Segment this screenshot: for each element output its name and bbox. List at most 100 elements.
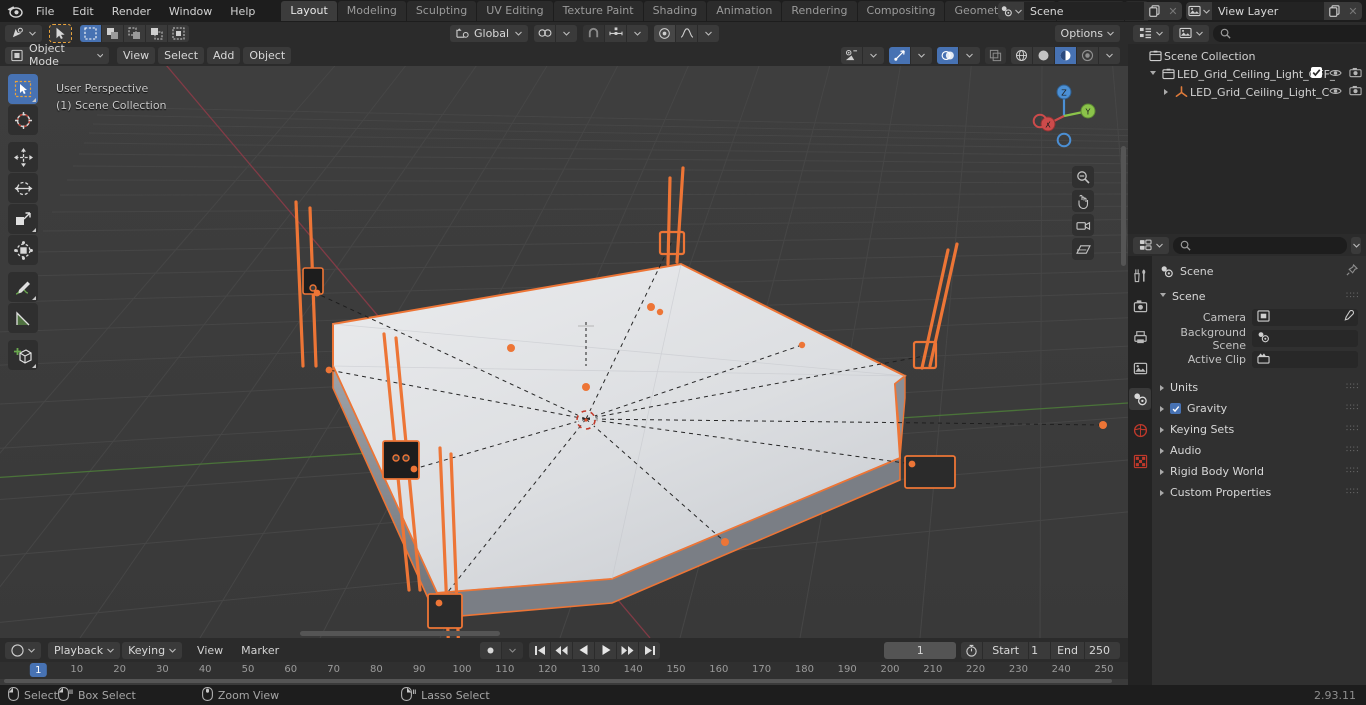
select-subtract-button[interactable]	[124, 24, 145, 42]
remove-view-layer-button[interactable]: ✕	[1344, 2, 1362, 20]
playback-dropdown[interactable]: Playback	[48, 641, 121, 659]
panel-enable-checkbox[interactable]	[1170, 403, 1181, 414]
outliner-search-input[interactable]	[1213, 24, 1366, 42]
object-type-visibility-dropdown[interactable]	[863, 46, 884, 64]
select-set-button[interactable]	[80, 24, 101, 42]
property-field[interactable]	[1252, 309, 1358, 326]
menu-item-render[interactable]: Render	[104, 3, 159, 20]
current-frame-field[interactable]: 1	[884, 641, 957, 659]
timeline-menu-marker[interactable]: Marker	[234, 642, 286, 659]
viewport-menu-add[interactable]: Add	[207, 46, 241, 64]
measure-tool[interactable]	[8, 303, 38, 333]
workspace-tab-shading[interactable]: Shading	[643, 1, 707, 21]
select-extend-button[interactable]	[102, 24, 123, 42]
gizmo-options-dropdown[interactable]	[911, 46, 932, 64]
view-layer-selector[interactable]: View Layer ✕	[1186, 2, 1362, 20]
viewport-canvas[interactable]	[0, 66, 1128, 638]
overlays-options-dropdown[interactable]	[959, 46, 980, 64]
properties-body[interactable]: Scene Scene ∷∷ Camera Background Scene Act…	[1152, 256, 1366, 685]
property-field[interactable]	[1252, 330, 1358, 347]
disable-in-renders-toggle[interactable]	[1349, 85, 1362, 99]
zoom-view-icon[interactable]	[1072, 166, 1094, 188]
object-type-visibility-icon[interactable]	[841, 46, 862, 64]
options-dropdown[interactable]: Options	[1054, 24, 1120, 42]
toggle-xray-icon[interactable]	[985, 46, 1006, 64]
camera-view-icon[interactable]	[1072, 214, 1094, 236]
proportional-falloff-dropdown[interactable]	[556, 24, 577, 42]
blender-logo-icon[interactable]	[4, 1, 26, 21]
panel-header-rigid-body-world[interactable]: Rigid Body World ∷∷	[1152, 461, 1366, 482]
snap-magnet-icon[interactable]	[583, 24, 604, 42]
toggle-perspective-ortho-icon[interactable]	[1072, 238, 1094, 260]
shading-wireframe-icon[interactable]	[1011, 46, 1032, 64]
viewport-menu-select[interactable]: Select	[158, 46, 205, 64]
workspace-tab-rendering[interactable]: Rendering	[782, 1, 857, 21]
tweak-tool[interactable]	[8, 74, 38, 104]
scene-selector[interactable]: Scene ✕	[998, 2, 1182, 20]
timeline-editor-type-button[interactable]	[5, 641, 41, 659]
panel-header-units[interactable]: Units ∷∷	[1152, 377, 1366, 398]
use-preview-range-icon[interactable]	[961, 641, 983, 659]
annotate-tool[interactable]	[8, 272, 38, 302]
falloff-dropdown[interactable]	[698, 24, 719, 42]
disclosure-triangle-icon[interactable]	[1147, 70, 1159, 78]
snap-to-icon[interactable]	[605, 24, 626, 42]
new-scene-button[interactable]	[1144, 2, 1164, 20]
texture-tab[interactable]	[1129, 450, 1151, 472]
timeline-menu-view[interactable]: View	[190, 642, 230, 659]
auto-keying-button[interactable]	[480, 641, 501, 659]
workspace-tab-texture-paint[interactable]: Texture Paint	[553, 1, 643, 21]
proportional-editing-icon[interactable]	[534, 24, 555, 42]
timeline-ruler[interactable]: 10 20 30 40 50 60 70 80 90 100 110 120 130 140 150 160 1…	[0, 662, 1128, 679]
outliner[interactable]: Scene Collection LED_Grid_Ceiling_Light_O…	[1128, 44, 1366, 234]
jump-to-previous-keyframe-button[interactable]	[551, 641, 572, 659]
tweak-tool-indicator[interactable]	[49, 23, 72, 43]
menu-item-file[interactable]: File	[28, 3, 62, 20]
navigation-gizmo[interactable]: Z Y X	[1028, 80, 1100, 152]
menu-item-edit[interactable]: Edit	[64, 3, 101, 20]
property-field[interactable]	[1252, 351, 1358, 368]
new-view-layer-button[interactable]	[1324, 2, 1344, 20]
menu-item-window[interactable]: Window	[161, 3, 220, 20]
outliner-row[interactable]: Scene Collection	[1128, 47, 1366, 65]
select-invert-button[interactable]	[146, 24, 167, 42]
world-tab[interactable]	[1129, 419, 1151, 441]
show-gizmo-icon[interactable]	[889, 46, 910, 64]
viewport-scrollbar-horizontal[interactable]	[300, 631, 500, 636]
auto-keying-options-dropdown[interactable]	[502, 641, 523, 659]
properties-options-dropdown[interactable]	[1351, 236, 1361, 254]
eyedropper-icon[interactable]	[1342, 309, 1355, 325]
move-tool[interactable]	[8, 142, 38, 172]
jump-to-next-keyframe-button[interactable]	[617, 641, 638, 659]
hide-in-viewport-toggle[interactable]	[1329, 86, 1342, 99]
workspace-tab-sculpting[interactable]: Sculpting	[406, 1, 477, 21]
move-view-icon[interactable]	[1072, 190, 1094, 212]
jump-to-start-button[interactable]	[529, 641, 550, 659]
rotate-tool[interactable]	[8, 173, 38, 203]
hide-in-viewport-toggle[interactable]	[1329, 68, 1342, 81]
viewport-menu-view[interactable]: View	[117, 46, 156, 64]
scene-name-field[interactable]: Scene	[1024, 2, 1144, 20]
row-checkbox[interactable]	[1311, 67, 1322, 81]
view-layer-tab[interactable]	[1129, 357, 1151, 379]
workspace-tab-layout[interactable]: Layout	[281, 1, 337, 21]
outliner-row[interactable]: LED_Grid_Ceiling_Light_OFF_	[1128, 65, 1366, 83]
pivot-point-icon[interactable]	[654, 24, 675, 42]
3d-viewport[interactable]: User Perspective (1) Scene Collection Z …	[0, 66, 1128, 638]
start-frame-field[interactable]: 1	[1029, 641, 1051, 659]
unlink-scene-button[interactable]: ✕	[1164, 2, 1182, 20]
shading-solid-icon[interactable]	[1033, 46, 1054, 64]
outliner-row[interactable]: LED_Grid_Ceiling_Light_C	[1128, 83, 1366, 101]
menu-item-help[interactable]: Help	[222, 3, 263, 20]
properties-editor-type-button[interactable]	[1133, 236, 1169, 254]
select-intersect-button[interactable]	[168, 24, 189, 42]
viewport-scrollbar-vertical[interactable]	[1121, 146, 1126, 266]
render-tab[interactable]	[1129, 295, 1151, 317]
scene-icon[interactable]	[998, 2, 1024, 20]
panel-header-custom-properties[interactable]: Custom Properties ∷∷	[1152, 482, 1366, 503]
tool-tab[interactable]	[1129, 264, 1151, 286]
shading-rendered-icon[interactable]	[1077, 46, 1098, 64]
panel-header-keying-sets[interactable]: Keying Sets ∷∷	[1152, 419, 1366, 440]
play-reverse-button[interactable]	[573, 641, 594, 659]
scene-panel-header[interactable]: Scene ∷∷	[1152, 286, 1366, 306]
